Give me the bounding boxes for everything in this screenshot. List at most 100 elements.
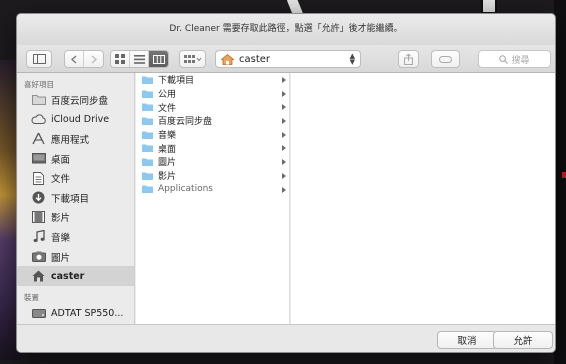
sidebar: 喜好項目 百度云同步盘 iCloud Drive 應用程式 桌面 文件 下載項目…: [17, 73, 135, 324]
sidebar-item-label: 桌面: [51, 154, 71, 166]
background-red-mark: [562, 172, 566, 178]
open-panel-dialog: Dr. Cleaner 需要存取此路徑，點選「允許」後才能繼續。 caster …: [16, 13, 556, 353]
folder-icon: [142, 185, 153, 194]
disclosure-arrow-icon: [282, 131, 286, 138]
folder-label: 公用: [158, 90, 177, 101]
disclosure-arrow-icon: [282, 104, 286, 111]
disclosure-arrow-icon: [282, 77, 286, 83]
chevron-up-down-icon: ▲ ▼: [349, 52, 355, 66]
camera-icon: [31, 250, 46, 263]
sidebar-item-label: 百度云同步盘: [51, 95, 109, 107]
sidebar-item-icloud-drive[interactable]: iCloud Drive: [17, 110, 134, 130]
sidebar-item-baidu-sync[interactable]: 百度云同步盘: [17, 90, 134, 110]
path-popup[interactable]: caster ▲ ▼: [215, 50, 361, 68]
folder-icon: [142, 158, 153, 166]
back-forward-control: [64, 50, 104, 68]
folder-label: 音樂: [158, 131, 177, 142]
column-view-button[interactable]: [149, 51, 168, 67]
disclosure-arrow-icon: [282, 118, 286, 125]
allow-button[interactable]: 允許: [493, 331, 553, 349]
view-mode-control: [110, 50, 169, 68]
tag-icon: [439, 55, 452, 63]
chevron-right-icon: [91, 55, 97, 63]
cloud-icon: [31, 113, 46, 126]
folder-row-pictures[interactable]: 圖片: [136, 155, 289, 169]
folder-label: 百度云同步盘: [158, 117, 213, 128]
sidebar-item-music[interactable]: 音樂: [17, 227, 134, 247]
desktop-icon: [31, 152, 46, 165]
folder-row-movies[interactable]: 影片: [136, 169, 289, 183]
path-label: caster: [239, 53, 271, 65]
search-placeholder: 搜尋: [511, 55, 530, 66]
folder-icon: [142, 103, 153, 112]
share-button[interactable]: [398, 50, 419, 68]
folder-row-baidu-sync[interactable]: 百度云同步盘: [136, 114, 289, 128]
folder-row-desktop[interactable]: 桌面: [136, 141, 289, 155]
folder-icon: [142, 131, 153, 139]
sidebar-item-label: 音樂: [51, 232, 71, 244]
disclosure-arrow-icon: [282, 145, 286, 152]
sidebar-item-label: 影片: [51, 213, 71, 225]
disclosure-arrow-icon: [282, 186, 286, 193]
downloads-icon: [31, 191, 46, 204]
movies-icon: [31, 211, 46, 224]
disclosure-arrow-icon: [282, 159, 286, 166]
browser-area: 喜好項目 百度云同步盘 iCloud Drive 應用程式 桌面 文件 下載項目…: [17, 73, 555, 324]
sidebar-item-adtat-drive[interactable]: ADTAT SP550...: [17, 304, 134, 324]
back-button[interactable]: [65, 51, 84, 67]
sidebar-item-applications[interactable]: 應用程式: [17, 129, 134, 149]
grid-icon: [115, 54, 125, 64]
sidebar-toggle-icon: [32, 54, 46, 64]
folder-icon: [142, 117, 153, 125]
background-window-fragment: [481, 0, 497, 14]
folder-row-music[interactable]: 音樂: [136, 128, 289, 142]
dialog-footer: 取消 允許: [17, 324, 555, 352]
tags-button[interactable]: [431, 50, 460, 68]
browser-column-1: 下載項目 公用 文件 百度云同步盘 音樂 桌面 圖片 影片 Applicatio…: [136, 73, 290, 324]
forward-button[interactable]: [84, 51, 103, 67]
sidebar-item-documents[interactable]: 文件: [17, 168, 134, 188]
folder-row-downloads[interactable]: 下載項目: [136, 73, 289, 87]
home-icon: [31, 270, 46, 283]
folder-row-documents[interactable]: 文件: [136, 100, 289, 114]
sidebar-item-label: 文件: [51, 174, 71, 186]
folder-label: 影片: [158, 172, 177, 183]
list-view-button[interactable]: [130, 51, 149, 67]
favorites-header: 喜好項目: [24, 80, 54, 89]
sidebar-item-label: 圖片: [51, 252, 71, 264]
title-bar: Dr. Cleaner 需要存取此路徑，點選「允許」後才能繼續。: [17, 14, 555, 45]
folder-icon: [142, 144, 153, 153]
drive-icon: [31, 307, 46, 320]
folder-icon: [142, 90, 153, 98]
folder-icon: [142, 172, 153, 180]
sidebar-item-downloads[interactable]: 下載項目: [17, 188, 134, 208]
sidebar-item-label: 應用程式: [51, 134, 90, 146]
folder-label: 下載項目: [158, 76, 195, 87]
group-view-button[interactable]: [179, 50, 206, 68]
devices-header: 裝置: [24, 292, 39, 302]
sidebar-item-desktop[interactable]: 桌面: [17, 149, 134, 169]
chevron-left-icon: [71, 55, 77, 63]
folder-row-public[interactable]: 公用: [136, 87, 289, 101]
sidebar-item-label: iCloud Drive: [51, 113, 110, 125]
folder-label: 圖片: [158, 158, 177, 169]
folder-label: 文件: [158, 103, 177, 114]
list-icon: [133, 54, 145, 64]
search-field[interactable]: 搜尋: [478, 50, 551, 68]
icon-view-button[interactable]: [111, 51, 130, 67]
folder-row-applications[interactable]: Applications: [136, 183, 289, 197]
disclosure-arrow-icon: [282, 172, 286, 179]
share-icon: [404, 53, 413, 65]
sidebar-item-label: ADTAT SP550...: [51, 308, 124, 320]
toolbar: caster ▲ ▼ 搜尋: [17, 45, 555, 73]
sidebar-item-movies[interactable]: 影片: [17, 208, 134, 228]
disclosure-arrow-icon: [282, 90, 286, 97]
sidebar-item-label: 下載項目: [51, 193, 90, 205]
sidebar-item-caster[interactable]: caster: [17, 266, 134, 286]
folder-label: 桌面: [158, 144, 177, 155]
sidebar-toggle-button[interactable]: [26, 50, 52, 68]
cancel-button[interactable]: 取消: [437, 331, 497, 349]
applications-icon: [31, 132, 46, 145]
sidebar-item-pictures[interactable]: 圖片: [17, 247, 134, 267]
folder-icon: [31, 93, 46, 106]
